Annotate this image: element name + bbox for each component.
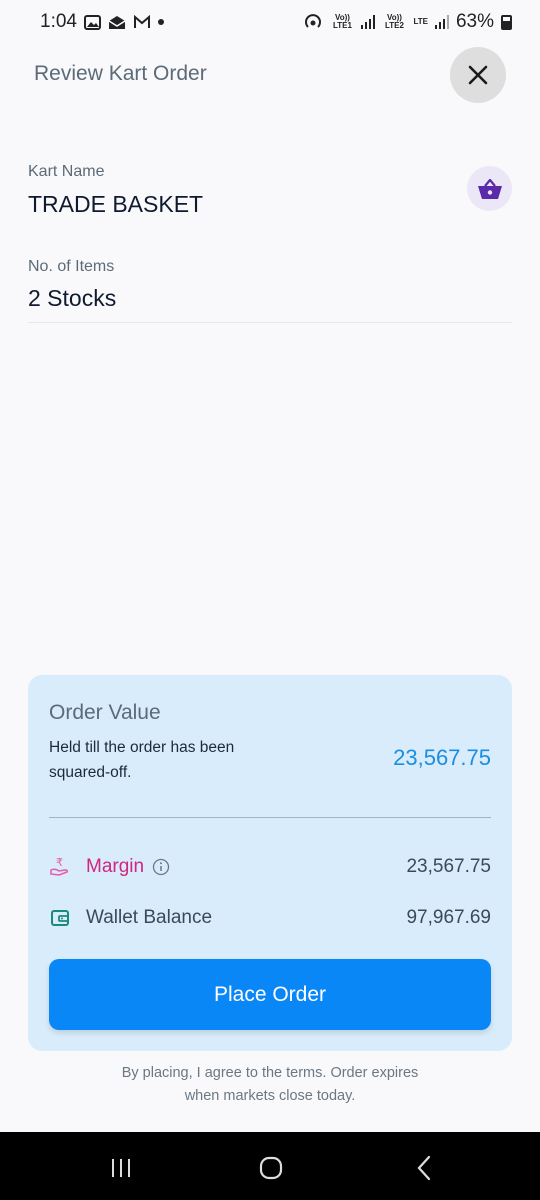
close-icon <box>468 65 488 85</box>
basket-icon <box>477 178 502 199</box>
battery-icon <box>501 14 512 30</box>
back-button[interactable] <box>410 1154 438 1182</box>
items-count-label: No. of Items <box>28 258 115 275</box>
items-count-value: 2 Stocks <box>28 285 117 311</box>
status-time: 1:04 <box>40 11 77 32</box>
wallet-icon <box>49 907 71 929</box>
svg-text:₹: ₹ <box>56 856 63 869</box>
place-order-button[interactable]: Place Order <box>49 959 491 1030</box>
header: Review Kart Order <box>0 44 540 108</box>
battery-percent: 63% <box>455 11 494 32</box>
basket-badge <box>467 166 512 211</box>
recent-apps-button[interactable] <box>107 1154 135 1182</box>
order-summary-card: Order Value Held till the order has been… <box>28 675 512 1051</box>
signal-sim1-icon <box>361 15 376 29</box>
navigation-bar <box>0 1132 540 1200</box>
kart-name-value: TRADE BASKET <box>28 191 204 217</box>
home-icon <box>259 1156 283 1180</box>
mail-notification-icon <box>108 15 126 30</box>
margin-value: 23,567.75 <box>406 856 491 877</box>
status-right: Vo)) LTE1 Vo)) LTE2 LTE 63% <box>303 11 512 33</box>
wallet-balance-value: 97,967.69 <box>406 907 491 928</box>
sim1-label: Vo)) LTE1 <box>332 13 352 30</box>
terms-text: By placing, I agree to the terms. Order … <box>121 1065 419 1104</box>
sim2-label: Vo)) LTE2 <box>384 13 404 30</box>
wallet-row: Wallet Balance 97,967.69 <box>49 903 491 933</box>
order-value-title: Order Value <box>49 701 161 724</box>
lte-label: LTE <box>413 17 428 26</box>
close-button[interactable] <box>450 47 506 103</box>
more-notifications-dot-icon <box>157 19 164 25</box>
order-value-amount: 23,567.75 <box>393 745 491 770</box>
divider <box>28 322 512 323</box>
hotspot-icon <box>303 13 323 31</box>
kart-name-label: Kart Name <box>28 163 105 180</box>
page-title: Review Kart Order <box>34 62 207 85</box>
margin-row: ₹ Margin 23,567.75 <box>49 852 491 882</box>
order-value-description: Held till the order has been squared-off… <box>49 739 235 781</box>
info-icon[interactable] <box>152 858 170 876</box>
margin-label: Margin <box>86 856 145 877</box>
status-bar: 1:04 Vo)) LTE1 Vo)) LTE2 LTE 63% <box>0 0 540 44</box>
signal-sim2-icon <box>434 15 449 29</box>
wallet-balance-label: Wallet Balance <box>86 907 213 928</box>
home-button[interactable] <box>257 1154 285 1182</box>
rupee-hand-icon: ₹ <box>49 856 71 878</box>
back-icon <box>417 1155 431 1181</box>
gmail-notification-icon <box>133 15 151 29</box>
card-divider <box>49 817 491 818</box>
status-left: 1:04 <box>40 11 164 33</box>
recent-apps-icon <box>112 1159 130 1177</box>
gallery-notification-icon <box>83 14 101 30</box>
